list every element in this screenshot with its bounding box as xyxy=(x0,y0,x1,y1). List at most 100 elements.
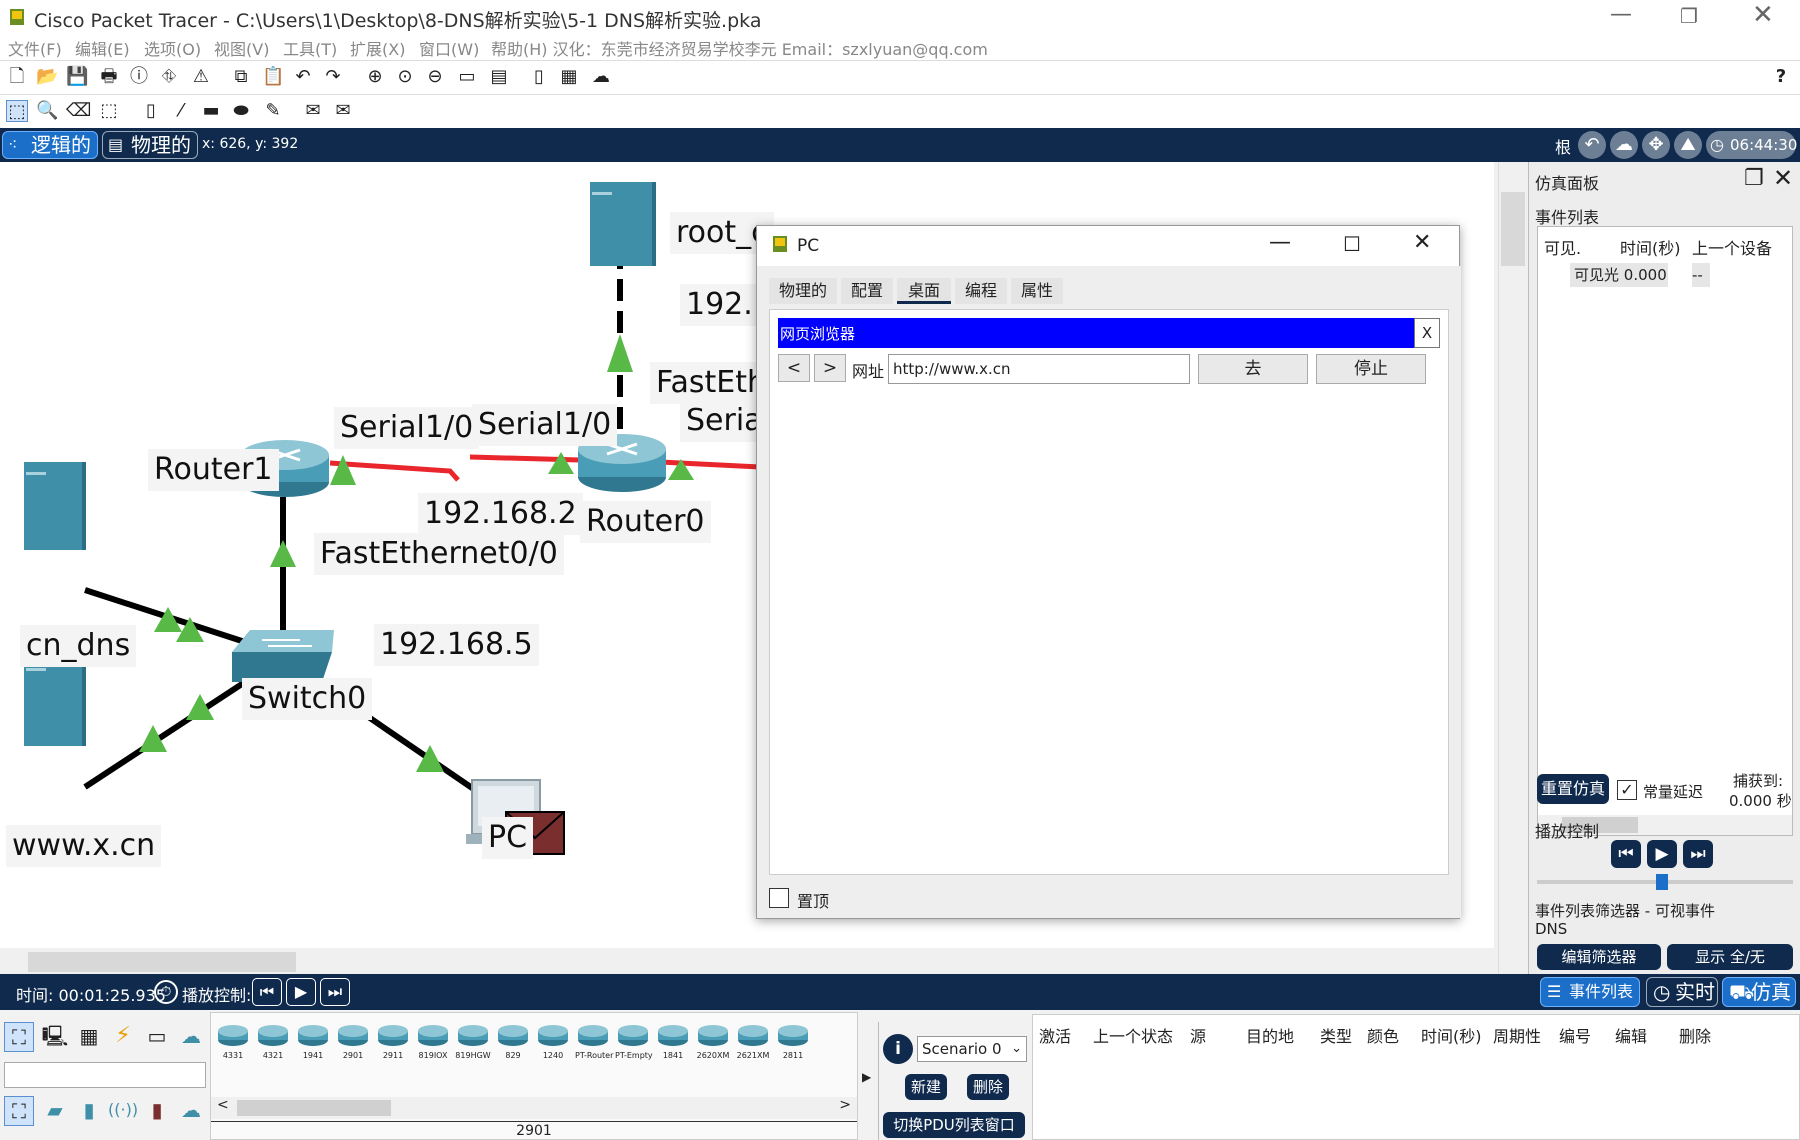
speed-slider-thumb[interactable] xyxy=(1656,874,1668,890)
realtime-toggle[interactable]: ◷ 实时 xyxy=(1646,977,1718,1007)
switches-icon[interactable]: ▰ xyxy=(40,1096,70,1126)
forward-step-icon[interactable]: ⏭ xyxy=(1683,840,1713,868)
new-file-icon[interactable]: 🗋 xyxy=(6,66,28,88)
print-icon[interactable]: 🖶 xyxy=(98,66,120,88)
dialog-close-icon[interactable]: ✕ xyxy=(1413,230,1431,255)
device-scroll-right-icon[interactable]: > xyxy=(839,1097,851,1113)
zoom-in-icon[interactable]: ⊕ xyxy=(364,66,386,88)
back-icon[interactable]: ↶ xyxy=(1578,131,1606,159)
simulation-toggle[interactable]: ⛟ 仿真 xyxy=(1722,977,1796,1007)
device-tile[interactable]: 2811 xyxy=(775,1021,811,1063)
tab-physical[interactable]: 物理的 xyxy=(769,278,837,304)
redo-icon[interactable]: ↷ xyxy=(322,66,344,88)
restore-icon[interactable]: ❐ xyxy=(1680,4,1698,28)
pin-checkbox[interactable] xyxy=(769,888,789,908)
device-tile[interactable]: 2911 xyxy=(375,1021,411,1063)
clock-button[interactable]: ◷ 06:44:30 xyxy=(1706,131,1797,159)
scenario-info-icon[interactable]: i xyxy=(883,1034,913,1064)
browser-content[interactable] xyxy=(778,388,1440,866)
device-tile[interactable]: 4331 xyxy=(215,1021,251,1063)
select-icon[interactable]: ⬚ xyxy=(6,100,28,122)
const-delay-checkbox[interactable]: ✓ xyxy=(1617,780,1637,800)
menu-help[interactable]: 帮助(H) 汉化：东莞市经济贸易学校李元 Email：szxlyuan@qq.c… xyxy=(491,36,988,60)
browser-back-button[interactable]: < xyxy=(778,354,810,382)
draw-ellipse-icon[interactable]: ⬬ xyxy=(230,100,252,122)
routers-icon[interactable]: ⛶ xyxy=(4,1096,34,1126)
device-tile[interactable]: 829 xyxy=(495,1021,531,1063)
freeform-icon[interactable]: ✎ xyxy=(262,100,284,122)
custom-devices-icon[interactable]: ▤ xyxy=(488,66,510,88)
device-scroll-left-icon[interactable]: < xyxy=(217,1097,229,1113)
device-tile[interactable]: 2621XM xyxy=(735,1021,771,1063)
menu-window[interactable]: 窗口(W) xyxy=(419,36,479,60)
tab-programming[interactable]: 编程 xyxy=(955,278,1007,304)
connections-icon[interactable]: ⚡ xyxy=(108,1022,138,1052)
browser-close-button[interactable]: X xyxy=(1414,318,1440,348)
device-tile[interactable]: 2620XM xyxy=(695,1021,731,1063)
minimize-icon[interactable]: — xyxy=(1610,2,1632,27)
security-icon[interactable]: ▮ xyxy=(142,1096,172,1126)
device-tile[interactable]: 1941 xyxy=(295,1021,331,1063)
show-all-button[interactable]: 显示 全/无 xyxy=(1667,944,1793,970)
menu-view[interactable]: 视图(V) xyxy=(214,36,269,60)
stop-button[interactable]: 停止 xyxy=(1316,354,1426,384)
network-devices-icon[interactable]: ⛶ xyxy=(4,1022,34,1052)
new-scenario-button[interactable]: 新建 xyxy=(905,1074,947,1100)
draw-line-icon[interactable]: ⁄ xyxy=(170,100,192,122)
step-back-icon[interactable]: ⏮ xyxy=(252,978,282,1006)
logical-tab[interactable]: ⁖ 逻辑的 xyxy=(2,131,98,159)
components-icon[interactable]: ▦ xyxy=(74,1022,104,1052)
menu-tools[interactable]: 工具(T) xyxy=(283,36,337,60)
close-icon[interactable]: ✕ xyxy=(1752,0,1774,30)
menu-extensions[interactable]: 扩展(X) xyxy=(350,36,405,60)
activity-wizard-icon[interactable]: ⚠ xyxy=(190,66,212,88)
inspect-icon[interactable]: 🔍 xyxy=(36,100,58,122)
play-icon[interactable]: ▶ xyxy=(1647,840,1677,868)
device-tile[interactable]: 819IOX xyxy=(415,1021,451,1063)
zoom-out-icon[interactable]: ⊖ xyxy=(424,66,446,88)
timer-icon[interactable]: ⏱ xyxy=(154,980,178,1004)
viewport-icon[interactable]: ⛰ xyxy=(1674,131,1702,159)
draw-rectangle-icon[interactable]: ▬ xyxy=(200,100,222,122)
undock-icon[interactable]: ❐ xyxy=(1744,166,1764,191)
dialog-minimize-icon[interactable]: — xyxy=(1269,230,1291,255)
delete-scenario-button[interactable]: 删除 xyxy=(967,1074,1009,1100)
move-icon[interactable]: ✥ xyxy=(1642,131,1670,159)
tab-attributes[interactable]: 属性 xyxy=(1011,278,1063,304)
tab-config[interactable]: 配置 xyxy=(841,278,893,304)
url-input[interactable]: http://www.x.cn xyxy=(888,354,1190,384)
misc-icon[interactable]: ▭ xyxy=(142,1022,172,1052)
horizontal-scroll-thumb[interactable] xyxy=(28,952,296,972)
event-row[interactable]: 可见光 0.000 xyxy=(1570,263,1668,287)
toggle-pdu-list-button[interactable]: 切换PDU列表窗口 xyxy=(883,1112,1025,1138)
help-question-icon[interactable]: ? xyxy=(1770,66,1792,88)
device-tile[interactable]: 4321 xyxy=(255,1021,291,1063)
hubs-icon[interactable]: ▮ xyxy=(74,1096,104,1126)
device-tile[interactable]: PT-Router xyxy=(575,1021,613,1063)
event-list-toggle[interactable]: ☰ 事件列表 xyxy=(1540,977,1640,1007)
device-tile[interactable]: 2901 xyxy=(335,1021,371,1063)
device-tile[interactable]: PT-Empty xyxy=(615,1021,653,1063)
back-step-icon[interactable]: ⏮ xyxy=(1611,840,1641,868)
edit-filter-button[interactable]: 编辑筛选器 xyxy=(1537,944,1661,970)
go-button[interactable]: 去 xyxy=(1198,354,1308,384)
wireless-icon[interactable]: ((·)) xyxy=(108,1096,138,1126)
reset-sim-button[interactable]: 重置仿真 xyxy=(1537,774,1609,804)
open-folder-icon[interactable]: 📂 xyxy=(36,66,58,88)
cloud-icon[interactable]: ☁ xyxy=(1610,131,1638,159)
save-icon[interactable]: 💾 xyxy=(66,66,88,88)
collapse-arrow-icon[interactable]: ▶ xyxy=(862,1070,871,1084)
cluster-icon[interactable]: ▦ xyxy=(558,66,580,88)
step-forward-icon[interactable]: ⏭ xyxy=(320,978,350,1006)
menu-edit[interactable]: 编辑(E) xyxy=(75,36,130,60)
simple-pdu-icon[interactable]: ✉ xyxy=(302,100,324,122)
device-tile[interactable]: 1240 xyxy=(535,1021,571,1063)
undo-icon[interactable]: ↶ xyxy=(292,66,314,88)
play-bottom-icon[interactable]: ▶ xyxy=(286,978,316,1006)
wan-emulation-icon[interactable]: ☁ xyxy=(176,1096,206,1126)
delete-icon[interactable]: ⌫ xyxy=(66,100,91,122)
ip-config-icon[interactable]: ▯ xyxy=(528,66,550,88)
end-devices-icon[interactable]: 🖳 xyxy=(40,1022,70,1052)
network-wizard-icon[interactable]: ⛗ xyxy=(158,66,180,88)
drawing-palette-icon[interactable]: ▭ xyxy=(456,66,478,88)
